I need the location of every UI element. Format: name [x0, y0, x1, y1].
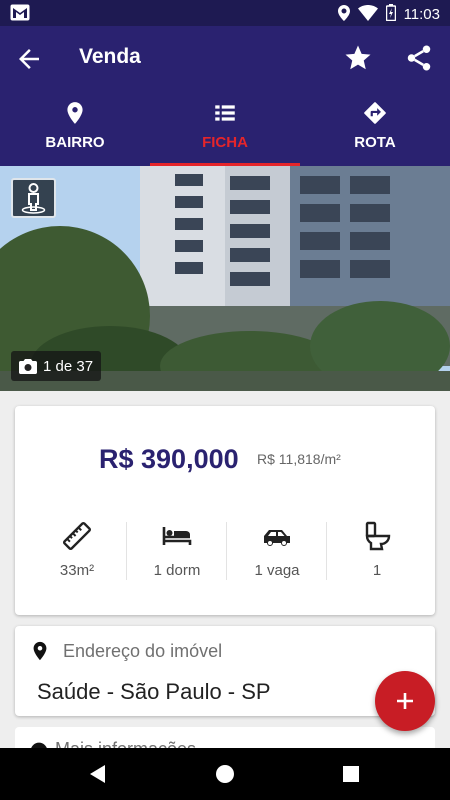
- feature-label: 1: [372, 562, 382, 579]
- feature-label: 1 dorm: [153, 562, 201, 579]
- app-bar: Venda: [0, 26, 450, 90]
- share-icon[interactable]: [404, 43, 434, 73]
- tab-bar: BAIRRO FICHA ROTA: [0, 90, 450, 166]
- feature-label: 1 vaga: [254, 562, 300, 579]
- address-value: Saúde - São Paulo - SP: [37, 679, 271, 704]
- status-time: 11:03: [403, 6, 440, 23]
- bed-icon: [162, 527, 192, 545]
- camera-icon: [19, 358, 37, 374]
- directions-icon: [364, 102, 386, 124]
- tab-label: BAIRRO: [45, 134, 105, 151]
- recents-nav-icon[interactable]: [338, 761, 364, 787]
- system-nav-bar: [0, 748, 450, 800]
- home-nav-icon[interactable]: [212, 761, 238, 787]
- price-card: R$ 390,000 R$ 11,818/m² 33m² 1 dorm 1 va…: [15, 406, 435, 615]
- battery-charging-icon: [385, 4, 396, 25]
- status-bar: 11:03: [0, 0, 450, 26]
- feature-bedrooms: 1 dorm: [127, 521, 227, 581]
- tab-ficha[interactable]: FICHA: [150, 90, 300, 166]
- page-title: Venda: [79, 45, 141, 68]
- gmail-icon: [10, 4, 30, 26]
- location-pin-icon: [67, 102, 83, 124]
- location-icon: [337, 4, 350, 25]
- address-label: Endereço do imóvel: [63, 641, 223, 661]
- list-icon: [215, 105, 235, 121]
- star-icon[interactable]: [343, 43, 373, 73]
- wifi-icon: [357, 4, 378, 25]
- plus-icon: [397, 693, 413, 709]
- add-button[interactable]: [375, 671, 435, 731]
- back-nav-icon[interactable]: [85, 761, 111, 787]
- photo-counter: 1 de 37: [11, 351, 102, 381]
- tab-rota[interactable]: ROTA: [300, 90, 450, 166]
- street-view-button[interactable]: [11, 178, 56, 218]
- photo-counter-text: 1 de 37: [43, 357, 94, 375]
- ruler-icon: [62, 521, 92, 551]
- feature-parking: 1 vaga: [227, 521, 327, 581]
- location-pin-icon: [33, 641, 47, 661]
- tab-label: ROTA: [354, 134, 396, 151]
- price: R$ 390,000: [99, 444, 239, 474]
- address-card[interactable]: Endereço do imóvel Saúde - São Paulo - S…: [15, 626, 435, 716]
- tab-label: FICHA: [202, 134, 248, 151]
- tab-bairro[interactable]: BAIRRO: [0, 90, 150, 166]
- street-view-icon: [21, 183, 46, 214]
- price-per-m2: R$ 11,818/m²: [257, 451, 341, 467]
- feature-bathrooms: 1: [327, 521, 427, 581]
- toilet-icon: [365, 521, 391, 551]
- car-icon: [264, 530, 290, 546]
- back-arrow-icon[interactable]: [14, 44, 44, 74]
- feature-label: 33m²: [59, 562, 95, 579]
- feature-area: 33m²: [27, 521, 127, 581]
